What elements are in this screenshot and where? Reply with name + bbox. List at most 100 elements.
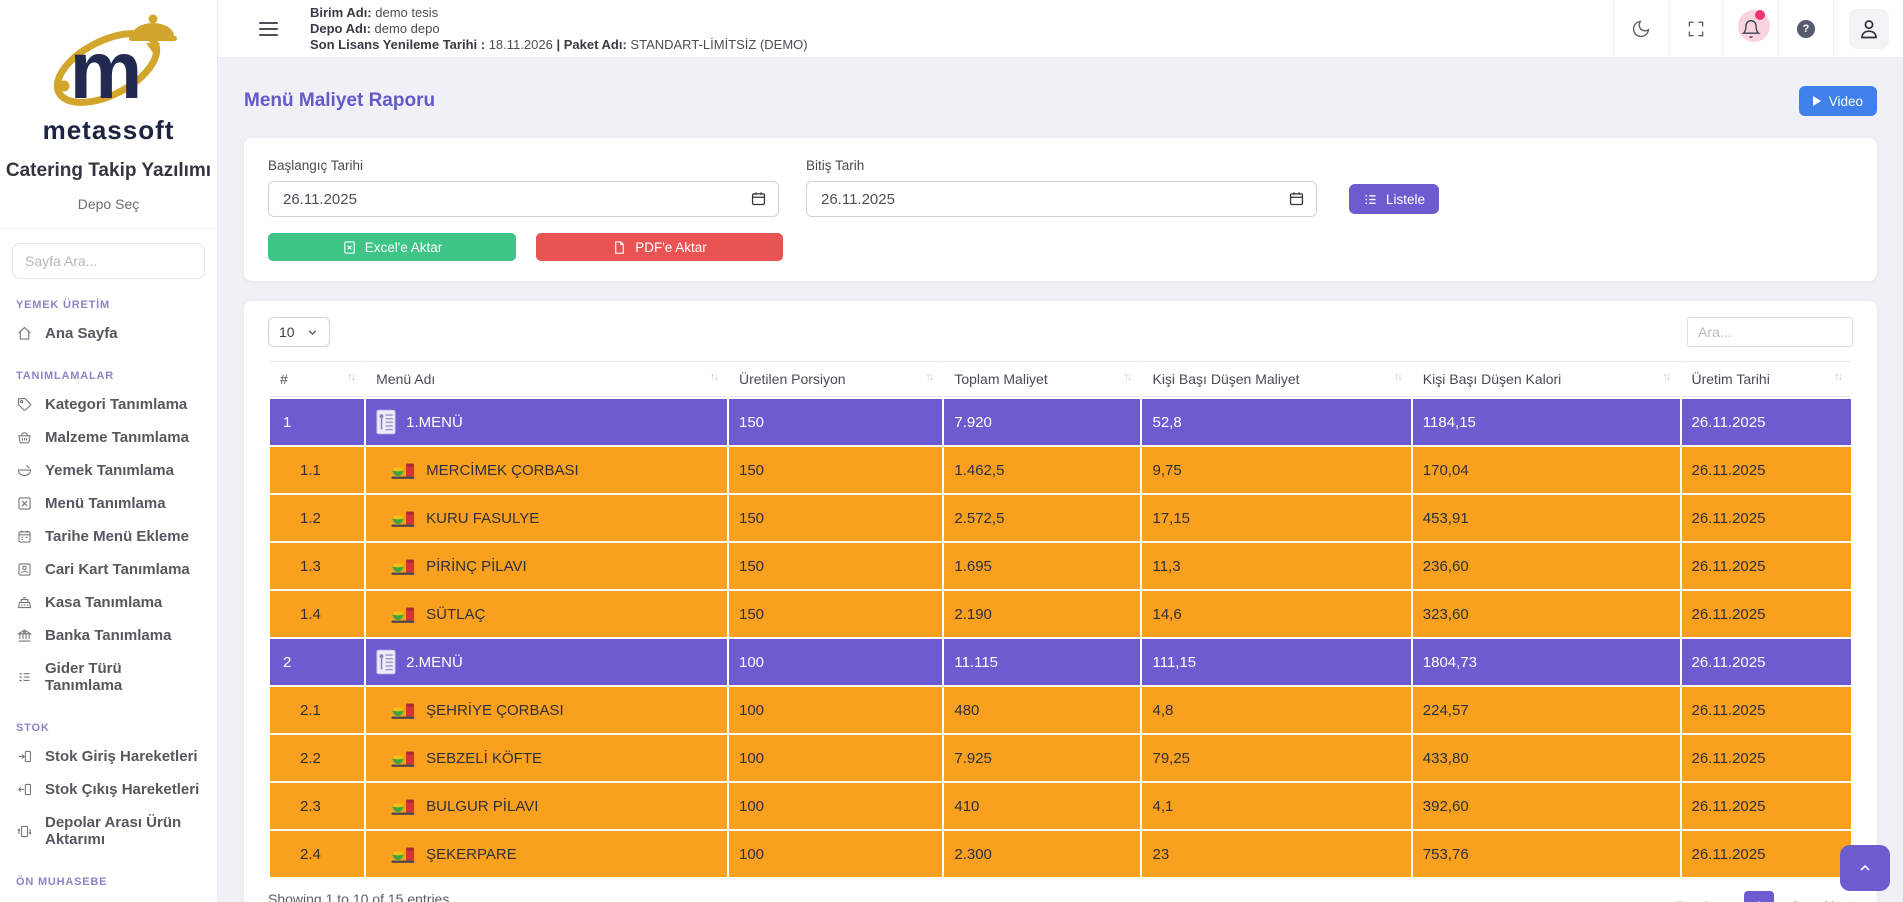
end-date-input[interactable]: [806, 181, 1317, 217]
table-row[interactable]: 11.MENÜ1507.92052,81184,1526.11.2025: [270, 399, 1851, 445]
sidebar-item-banka-tan-mlama[interactable]: Banka Tanımlama: [16, 619, 201, 652]
column-header-ki-i-ba-d-en-kalori[interactable]: Kişi Başı Düşen Kalori↑↓: [1413, 361, 1680, 397]
sidebar-search-input[interactable]: [12, 243, 205, 279]
notification-dot: [1755, 10, 1765, 20]
table-row[interactable]: 2.2SEBZELİ KÖFTE1007.92579,25433,8026.11…: [270, 735, 1851, 781]
row-number: 2.2: [270, 735, 364, 781]
menu-name-cell: 1.MENÜ: [366, 399, 727, 445]
start-date-input[interactable]: [268, 181, 779, 217]
table-row[interactable]: 1.1MERCİMEK ÇORBASI1501.462,59,75170,042…: [270, 447, 1851, 493]
menu-square-icon: [16, 495, 33, 512]
table-row[interactable]: 1.4SÜTLAÇ1502.19014,6323,6026.11.2025: [270, 591, 1851, 637]
production-date-cell: 26.11.2025: [1682, 591, 1852, 637]
menu-name-cell: 2.MENÜ: [366, 639, 727, 685]
export-excel-button[interactable]: Excel'e Aktar: [268, 233, 516, 261]
per-person-cost-cell: 111,15: [1142, 639, 1410, 685]
production-date-cell: 26.11.2025: [1682, 399, 1852, 445]
production-date-cell: 26.11.2025: [1682, 543, 1852, 589]
listele-button[interactable]: Listele: [1349, 184, 1439, 214]
hamburger-icon[interactable]: [253, 16, 284, 42]
sidebar-item-stok-giri-hareketleri[interactable]: Stok Giriş Hareketleri: [16, 740, 201, 773]
sidebar-item-stok-k-hareketleri[interactable]: Stok Çıkış Hareketleri: [16, 773, 201, 806]
food-icon: [390, 796, 416, 816]
play-icon: [1813, 96, 1821, 106]
column-header-ki-i-ba-d-en-maliyet[interactable]: Kişi Başı Düşen Maliyet↑↓: [1142, 361, 1410, 397]
menu-name: SEBZELİ KÖFTE: [426, 750, 542, 767]
portion-cell: 100: [729, 783, 942, 829]
sidebar-item-label: Stok Giriş Hareketleri: [45, 748, 198, 765]
home-icon: [16, 325, 33, 342]
fullscreen-button[interactable]: [1668, 0, 1723, 57]
sort-icon: ↑↓: [1834, 371, 1841, 383]
export-pdf-button[interactable]: PDF'e Aktar: [536, 233, 783, 261]
row-number: 1.3: [270, 543, 364, 589]
column-header-retilen-porsiyon[interactable]: Üretilen Porsiyon↑↓: [729, 361, 942, 397]
column-header-men-ad[interactable]: Menü Adı↑↓: [366, 361, 727, 397]
calendar-icon[interactable]: [750, 190, 767, 212]
menu-name-cell: PİRİNÇ PİLAVI: [366, 543, 727, 589]
per-person-cost-cell: 11,3: [1142, 543, 1410, 589]
per-person-calorie-cell: 753,76: [1413, 831, 1680, 877]
table-row[interactable]: 1.3PİRİNÇ PİLAVI1501.69511,3236,6026.11.…: [270, 543, 1851, 589]
sidebar-item-kategori-tan-mlama[interactable]: Kategori Tanımlama: [16, 388, 201, 421]
previous-page-button[interactable]: Previous: [1676, 898, 1730, 902]
sidebar-item-gider-t-r-tan-mlama[interactable]: Gider Türü Tanımlama: [16, 652, 201, 702]
per-person-calorie-cell: 236,60: [1413, 543, 1680, 589]
table-search-input[interactable]: [1687, 317, 1853, 347]
start-date-label: Başlangıç Tarihi: [268, 158, 779, 173]
sidebar-item-men-tan-mlama[interactable]: Menü Tanımlama: [16, 487, 201, 520]
row-number: 1.4: [270, 591, 364, 637]
total-cost-cell: 1.695: [944, 543, 1140, 589]
page-size-select[interactable]: 10: [268, 317, 330, 347]
sidebar-item-kasa-tan-mlama[interactable]: Kasa Tanımlama: [16, 586, 201, 619]
end-date-field: Bitiş Tarih: [806, 158, 1317, 217]
bowl-icon: [16, 462, 33, 479]
metassoft-logo[interactable]: m metassoft: [0, 0, 217, 146]
column-header-toplam-maliyet[interactable]: Toplam Maliyet↑↓: [944, 361, 1140, 397]
per-person-cost-cell: 9,75: [1142, 447, 1410, 493]
page-button-2[interactable]: 2: [1780, 891, 1810, 902]
table-row[interactable]: 2.4ŞEKERPARE1002.30023753,7626.11.2025: [270, 831, 1851, 877]
menu-name: 2.MENÜ: [406, 654, 463, 671]
dark-mode-toggle[interactable]: [1613, 0, 1668, 57]
main-area: Birim Adı: demo tesis Depo Adı: demo dep…: [218, 0, 1903, 902]
sidebar-item-malzeme-tan-mlama[interactable]: Malzeme Tanımlama: [16, 421, 201, 454]
table-row[interactable]: 22.MENÜ10011.115111,151804,7326.11.2025: [270, 639, 1851, 685]
production-date-cell: 26.11.2025: [1682, 687, 1852, 733]
per-person-cost-cell: 79,25: [1142, 735, 1410, 781]
sidebar-item-label: Gider Türü Tanımlama: [45, 660, 201, 694]
user-menu-button[interactable]: [1833, 0, 1903, 57]
row-number: 1: [270, 399, 364, 445]
per-person-calorie-cell: 392,60: [1413, 783, 1680, 829]
next-page-button[interactable]: Next: [1824, 898, 1853, 902]
column-header-num[interactable]: #↑↓: [270, 361, 364, 397]
page-button-1[interactable]: 1: [1744, 891, 1774, 902]
menu-name: MERCİMEK ÇORBASI: [426, 462, 579, 479]
help-button[interactable]: ?: [1778, 0, 1833, 57]
bank-icon: [16, 627, 33, 644]
scroll-to-top-button[interactable]: [1840, 845, 1890, 891]
sort-icon: ↑↓: [1123, 371, 1130, 383]
food-icon: [390, 460, 416, 480]
notifications-button[interactable]: [1723, 0, 1778, 57]
sidebar-item-cari-kart-tan-mlama[interactable]: Cari Kart Tanımlama: [16, 553, 201, 586]
depot-select[interactable]: Depo Seç: [0, 196, 217, 229]
sidebar-item-yemek-tan-mlama[interactable]: Yemek Tanımlama: [16, 454, 201, 487]
sidebar-item-tarihe-men-ekleme[interactable]: Tarihe Menü Ekleme: [16, 520, 201, 553]
total-cost-cell: 480: [944, 687, 1140, 733]
table-row[interactable]: 2.3BULGUR PİLAVI1004104,1392,6026.11.202…: [270, 783, 1851, 829]
video-button[interactable]: Video: [1799, 86, 1877, 116]
table-row[interactable]: 1.2KURU FASULYE1502.572,517,15453,9126.1…: [270, 495, 1851, 541]
filter-card: Başlangıç Tarihi Bitiş Tarih: [244, 138, 1877, 281]
row-number: 2.3: [270, 783, 364, 829]
nav-section-label: TANIMLAMALAR: [16, 370, 201, 382]
sidebar-item-depolar-aras-r-n-aktar-m[interactable]: Depolar Arası Ürün Aktarımı: [16, 806, 201, 856]
menu-name-cell: ŞEHRİYE ÇORBASI: [366, 687, 727, 733]
food-icon: [390, 700, 416, 720]
sidebar-item-ana-sayfa[interactable]: Ana Sayfa: [16, 317, 201, 350]
calendar-icon[interactable]: [1288, 190, 1305, 212]
table-row[interactable]: 2.1ŞEHRİYE ÇORBASI1004804,8224,5726.11.2…: [270, 687, 1851, 733]
help-icon: ?: [1797, 20, 1815, 38]
column-header-retim-tarihi[interactable]: Üretim Tarihi↑↓: [1682, 361, 1852, 397]
menu-card-icon: [376, 649, 396, 675]
